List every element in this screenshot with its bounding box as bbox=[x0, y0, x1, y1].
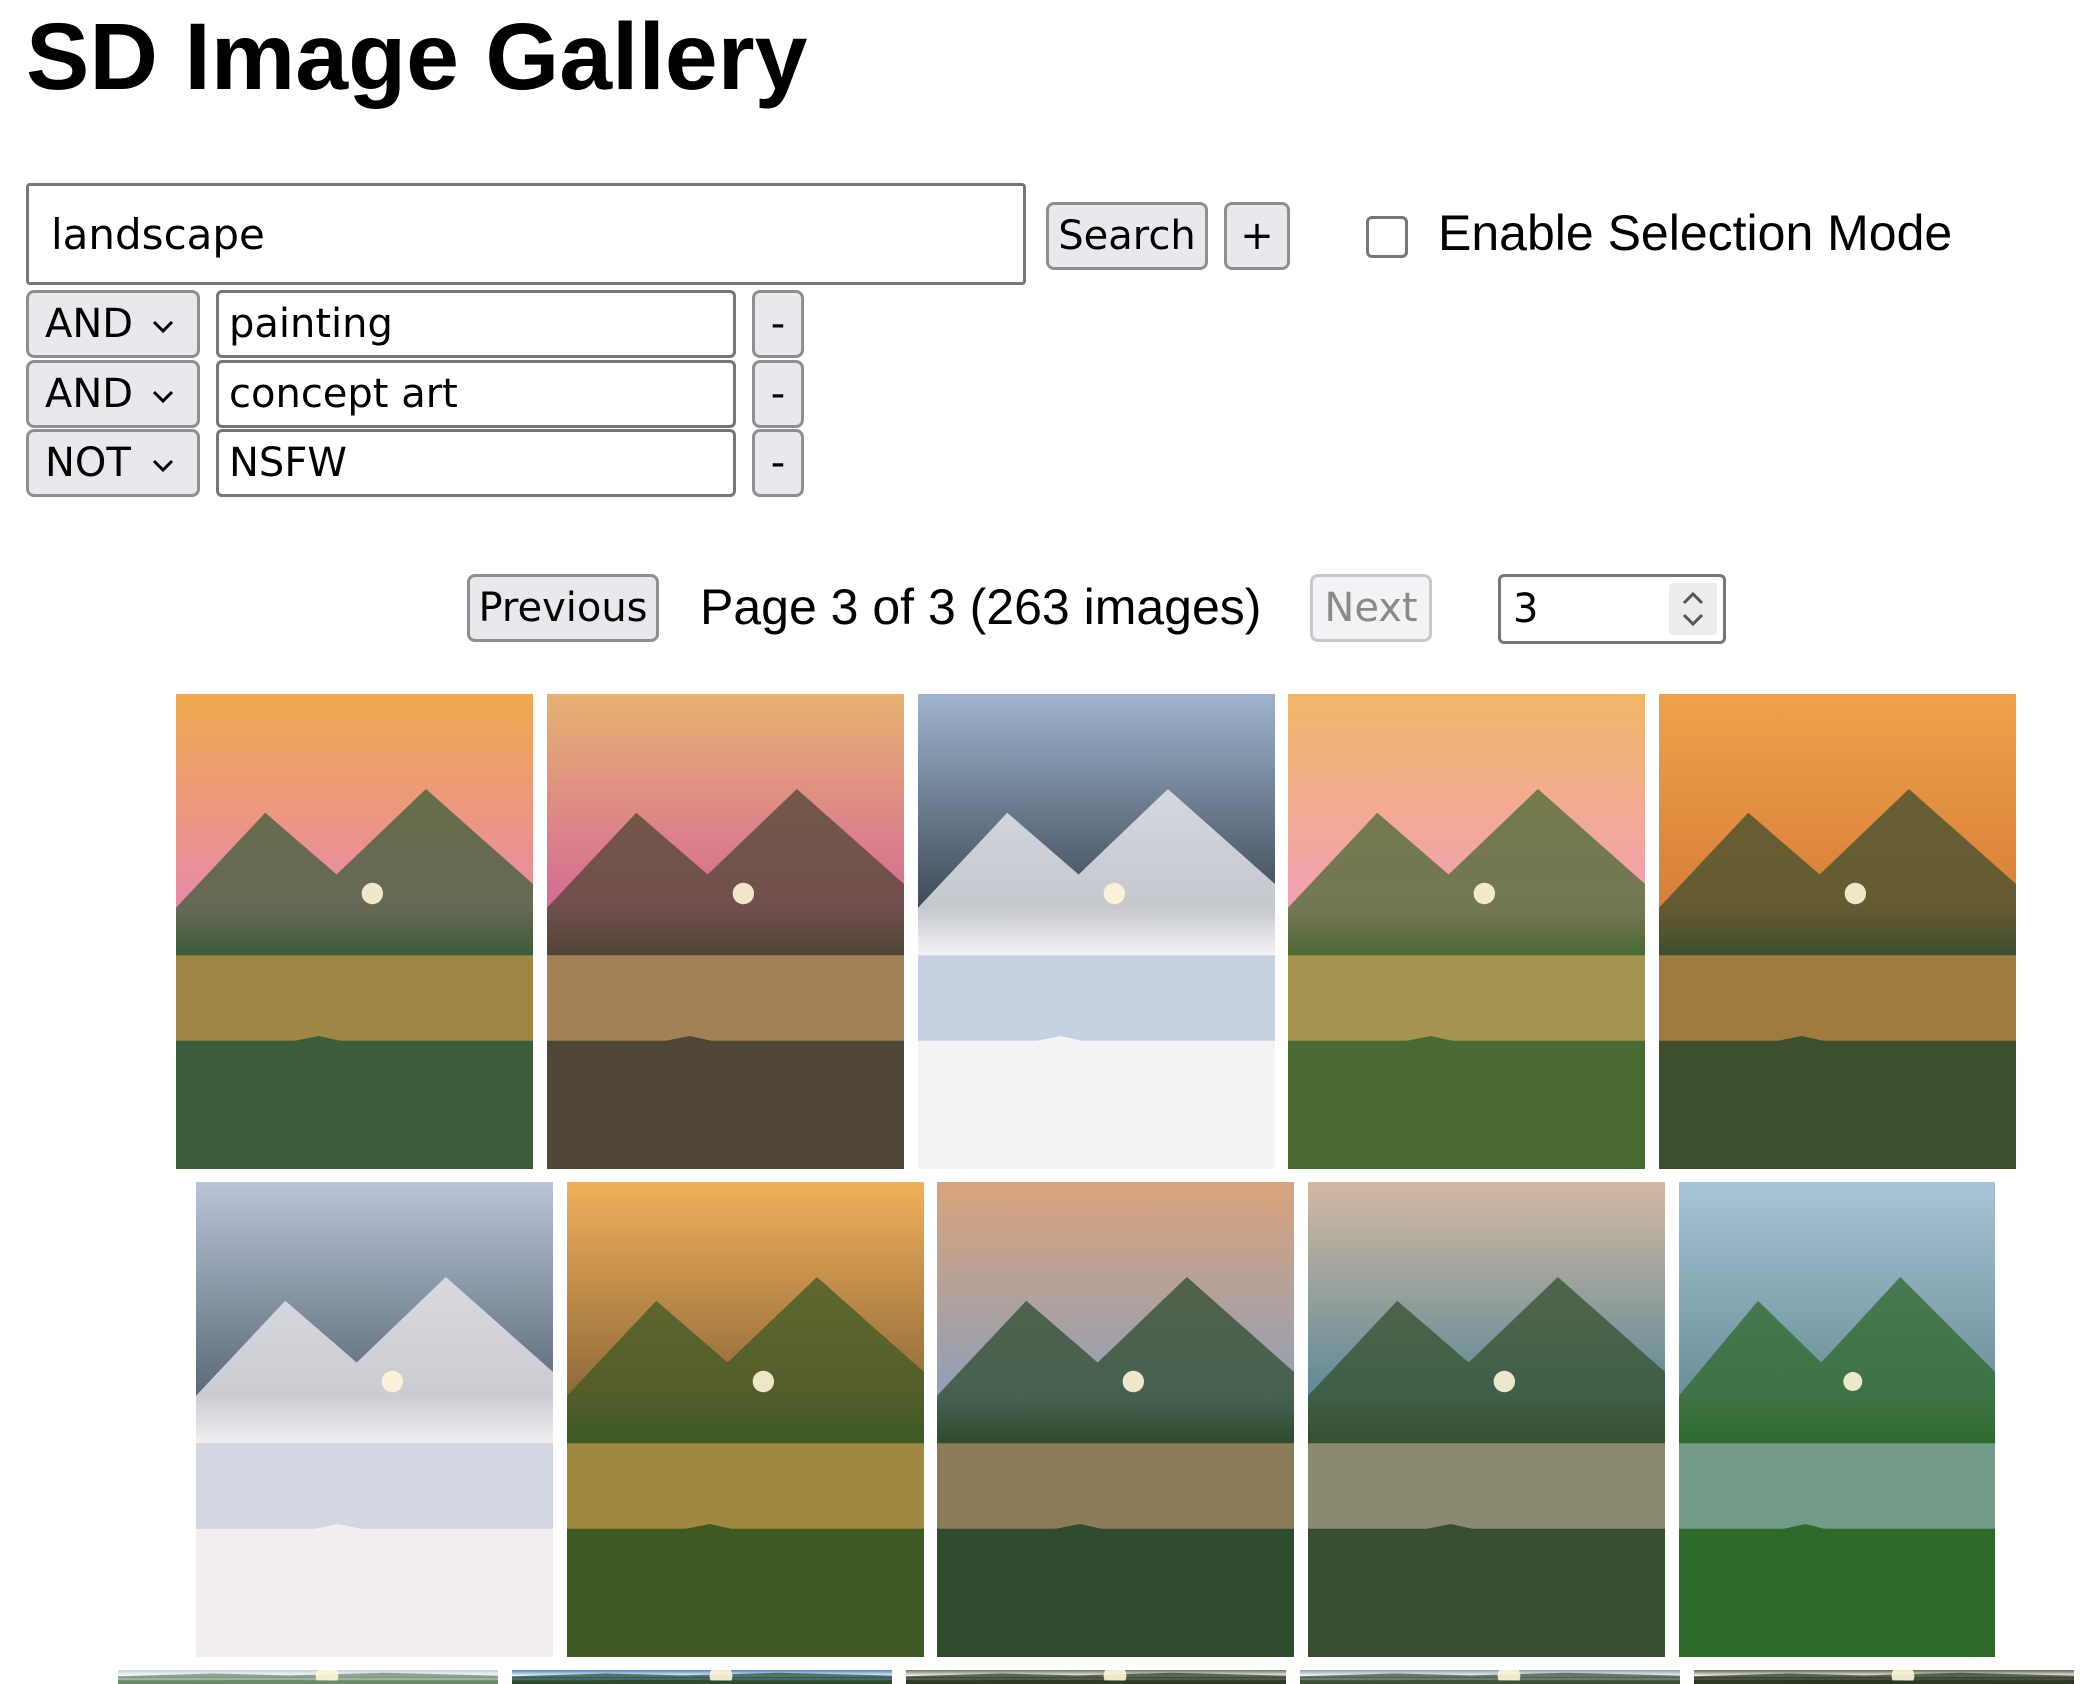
thumbnail-image bbox=[1308, 1182, 1665, 1657]
gallery-thumbnail[interactable] bbox=[1679, 1182, 1995, 1657]
thumbnail-image bbox=[918, 694, 1275, 1169]
remove-term-button[interactable]: - bbox=[752, 360, 804, 428]
thumbnail-image bbox=[118, 1670, 498, 1684]
page-number-input[interactable]: 3 bbox=[1498, 574, 1726, 644]
gallery-thumbnail[interactable] bbox=[118, 1670, 498, 1684]
gallery-thumbnail[interactable] bbox=[1308, 1182, 1665, 1657]
term-input[interactable] bbox=[216, 290, 736, 358]
thumbnail-image bbox=[1288, 694, 1645, 1169]
search-input[interactable] bbox=[26, 183, 1026, 285]
term-operator-select[interactable]: AND bbox=[26, 360, 200, 428]
term-operator-select[interactable]: AND bbox=[26, 290, 200, 358]
gallery-thumbnail[interactable] bbox=[547, 694, 904, 1169]
remove-term-button[interactable]: - bbox=[752, 290, 804, 358]
gallery-thumbnail[interactable] bbox=[512, 1670, 892, 1684]
thumbnail-image bbox=[512, 1670, 892, 1684]
thumbnail-image bbox=[1300, 1670, 1680, 1684]
gallery-thumbnail[interactable] bbox=[937, 1182, 1294, 1657]
chevron-down-icon bbox=[152, 320, 174, 334]
chevron-down-icon bbox=[152, 459, 174, 473]
gallery-thumbnail[interactable] bbox=[906, 1670, 1286, 1684]
thumbnail-image bbox=[937, 1182, 1294, 1657]
page-number-value: 3 bbox=[1513, 586, 1539, 632]
thumbnail-image bbox=[1659, 694, 2016, 1169]
thumbnail-image bbox=[176, 694, 533, 1169]
term-input[interactable] bbox=[216, 360, 736, 428]
selection-mode-checkbox[interactable] bbox=[1366, 216, 1408, 258]
page-title: SD Image Gallery bbox=[26, 4, 808, 110]
thumbnail-image bbox=[1694, 1670, 2074, 1684]
term-operator-value: AND bbox=[45, 301, 134, 347]
gallery-thumbnail[interactable] bbox=[196, 1182, 553, 1657]
gallery-thumbnail[interactable] bbox=[918, 694, 1275, 1169]
spinner-arrows-icon[interactable] bbox=[1669, 583, 1717, 635]
selection-mode-label: Enable Selection Mode bbox=[1438, 205, 1953, 261]
chevron-down-icon bbox=[152, 390, 174, 404]
gallery-thumbnail[interactable] bbox=[1659, 694, 2016, 1169]
search-button[interactable]: Search bbox=[1046, 202, 1208, 270]
gallery-thumbnail[interactable] bbox=[176, 694, 533, 1169]
thumbnail-image bbox=[1679, 1182, 1995, 1657]
remove-term-button[interactable]: - bbox=[752, 429, 804, 497]
gallery-thumbnail[interactable] bbox=[1288, 694, 1645, 1169]
previous-page-button[interactable]: Previous bbox=[467, 574, 659, 642]
term-input[interactable] bbox=[216, 429, 736, 497]
gallery-thumbnail[interactable] bbox=[1300, 1670, 1680, 1684]
page-status: Page 3 of 3 (263 images) bbox=[700, 579, 1262, 635]
gallery-thumbnail[interactable] bbox=[1694, 1670, 2074, 1684]
thumbnail-image bbox=[567, 1182, 924, 1657]
gallery-page: SD Image Gallery Search + Enable Selecti… bbox=[0, 0, 2080, 1684]
next-page-button[interactable]: Next bbox=[1310, 574, 1432, 642]
thumbnail-image bbox=[196, 1182, 553, 1657]
gallery-thumbnail[interactable] bbox=[567, 1182, 924, 1657]
thumbnail-image bbox=[906, 1670, 1286, 1684]
thumbnail-image bbox=[547, 694, 904, 1169]
term-operator-select[interactable]: NOT bbox=[26, 429, 200, 497]
term-operator-value: AND bbox=[45, 371, 134, 417]
term-operator-value: NOT bbox=[45, 440, 131, 486]
add-term-button[interactable]: + bbox=[1224, 202, 1290, 270]
